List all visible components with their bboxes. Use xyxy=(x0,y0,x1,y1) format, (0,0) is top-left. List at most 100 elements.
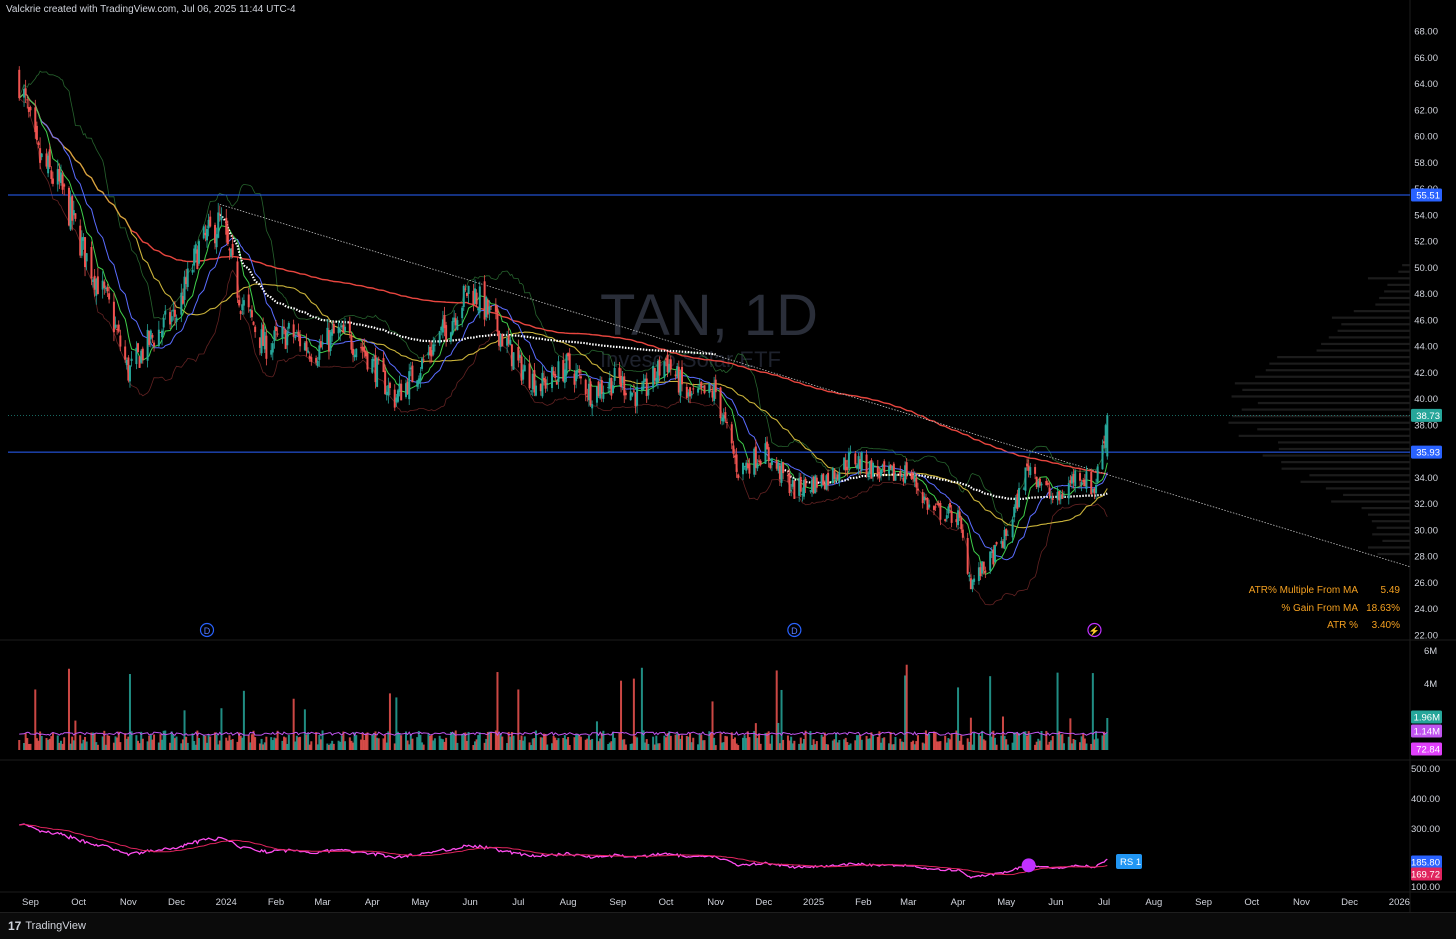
time-tick-label: Dec xyxy=(755,897,772,908)
volume-bar xyxy=(849,743,852,750)
volume-bar xyxy=(636,737,639,750)
candle-body xyxy=(669,359,672,370)
volume-bar xyxy=(523,736,526,750)
volume-profile-row xyxy=(1337,329,1410,332)
volume-bar xyxy=(714,745,717,750)
volume-bar xyxy=(883,737,886,750)
volume-profile-row xyxy=(1371,520,1410,523)
time-tick-label: May xyxy=(997,897,1015,908)
candle-body xyxy=(24,88,27,96)
volume-bar xyxy=(770,735,773,750)
candle-body xyxy=(96,276,99,295)
candle-body xyxy=(18,69,21,99)
axis-value-tag-text: 55.51 xyxy=(1416,190,1440,201)
candle-body xyxy=(307,350,310,353)
event-marker-glyph: D xyxy=(204,626,211,636)
candle-body xyxy=(316,360,319,367)
candle-body xyxy=(1067,483,1070,499)
time-tick-label: Sep xyxy=(22,897,39,908)
candle-body xyxy=(692,388,695,390)
candle-body xyxy=(838,472,841,482)
volume-bar xyxy=(186,742,189,750)
candle-body xyxy=(748,463,751,474)
candle-body xyxy=(973,578,976,582)
candle-body xyxy=(175,317,178,322)
tradingview-brand[interactable]: 17 TradingView xyxy=(8,919,86,933)
candlesticks xyxy=(18,66,1109,593)
candle-body xyxy=(239,311,242,315)
volume-profile-row xyxy=(1228,421,1410,424)
candle-body xyxy=(1040,483,1043,486)
chart-canvas[interactable]: TAN, 1D Invesco Solar ETF RS 1 D D ⚡ 22.00… xyxy=(0,0,1456,912)
volume-profile-row xyxy=(1367,277,1410,280)
volume-bar xyxy=(995,744,998,750)
candle-body xyxy=(658,359,661,376)
candle-body xyxy=(827,472,830,486)
volume-profile-row xyxy=(1277,441,1410,444)
price-tick-label: 28.00 xyxy=(1414,552,1438,563)
candle-body xyxy=(388,382,391,388)
volume-bar xyxy=(860,739,863,750)
volume-bar xyxy=(74,720,77,750)
candle-body xyxy=(1062,496,1065,498)
volume-profile-row xyxy=(1331,316,1410,319)
candle-body xyxy=(1046,482,1049,485)
time-tick-label: Apr xyxy=(951,897,966,908)
volume-bar xyxy=(613,737,616,750)
time-tick-label: Oct xyxy=(659,897,674,908)
candle-body xyxy=(299,335,302,347)
candle-body xyxy=(250,310,253,318)
rs-line xyxy=(19,823,1108,879)
volume-profile-row xyxy=(1368,513,1410,516)
candle-body xyxy=(384,370,387,395)
candle-body xyxy=(332,323,335,334)
volume-profile-row xyxy=(1242,388,1410,392)
time-tick-label: 2024 xyxy=(216,897,237,908)
candle-body xyxy=(149,330,152,340)
candle-body xyxy=(318,345,321,360)
candle-body xyxy=(517,346,520,361)
volume-bar xyxy=(141,738,144,750)
time-tick-label: 2025 xyxy=(803,897,824,908)
volume-bar xyxy=(467,731,470,750)
volume-profile-row xyxy=(1309,474,1410,477)
candle-body xyxy=(61,174,64,190)
candle-body xyxy=(252,321,255,325)
candle-body xyxy=(51,178,54,184)
candle-body xyxy=(949,503,952,508)
candle-body xyxy=(238,299,241,306)
candle-body xyxy=(464,288,467,290)
candle-body xyxy=(759,460,762,465)
candle-body xyxy=(966,537,969,574)
stats-row: ATR% Multiple From MA 5.49 xyxy=(1240,582,1400,600)
candle-body xyxy=(1051,498,1054,500)
candle-body xyxy=(647,389,650,396)
candle-body xyxy=(247,294,250,308)
volume-bar xyxy=(220,708,223,750)
volume-bar xyxy=(916,735,919,750)
axis-value-tag-text: 1.96M xyxy=(1414,713,1440,724)
volume-profile-row xyxy=(1343,493,1410,497)
candle-body xyxy=(164,310,167,315)
candle-body xyxy=(602,392,605,399)
volume-bar xyxy=(242,690,245,750)
time-tick-label: Sep xyxy=(1195,897,1212,908)
candle-body xyxy=(815,477,818,488)
volume-bar xyxy=(287,734,290,750)
volume-bar xyxy=(939,741,942,750)
candle-body xyxy=(690,393,693,396)
candle-body xyxy=(899,471,902,476)
candle-body xyxy=(456,320,459,331)
candle-body xyxy=(1048,487,1051,496)
candle-body xyxy=(136,343,139,352)
time-tick-label: 2026 xyxy=(1389,897,1410,908)
volume-profile-row xyxy=(1278,447,1410,451)
volume-bar xyxy=(1006,744,1009,750)
volume-bar xyxy=(501,736,504,750)
price-tick-label: 44.00 xyxy=(1414,342,1438,353)
candle-body xyxy=(928,504,931,508)
candle-body xyxy=(108,293,111,300)
volume-bar xyxy=(1074,739,1077,750)
candle-body xyxy=(756,463,759,469)
candle-body xyxy=(461,307,464,319)
